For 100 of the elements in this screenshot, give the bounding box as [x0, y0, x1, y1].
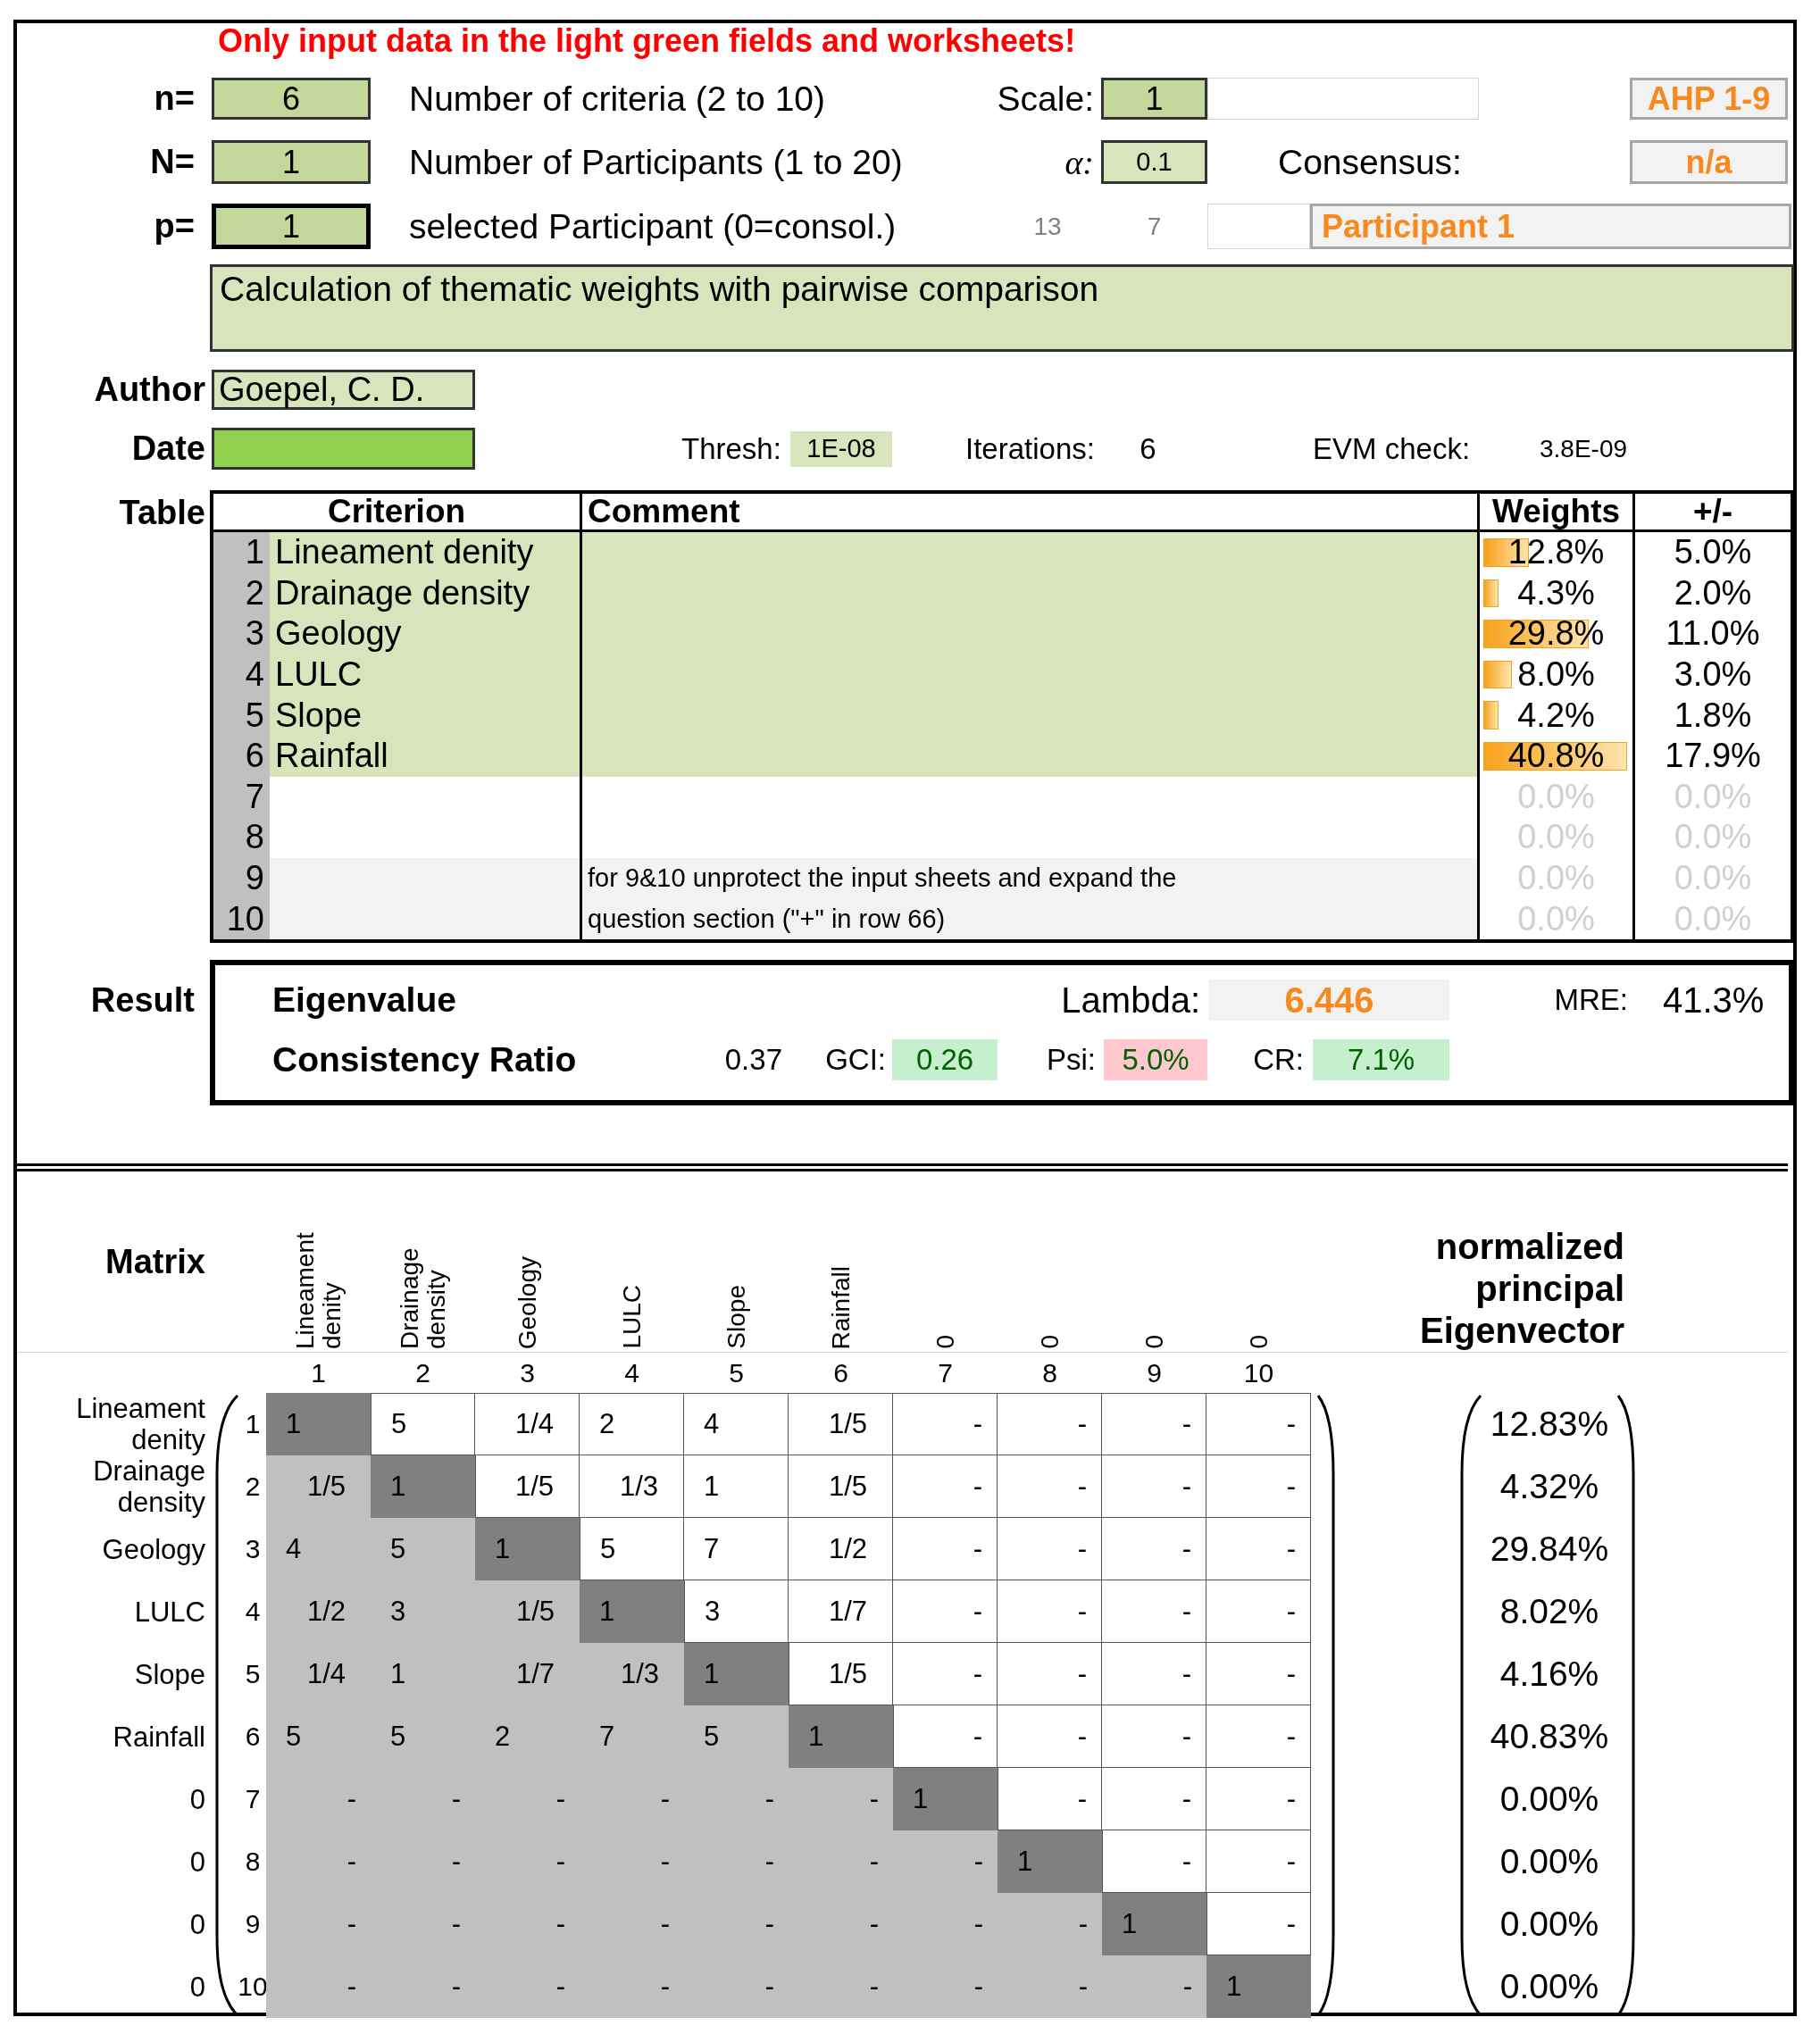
matrix-cell: - — [1206, 1393, 1311, 1455]
matrix-cell: - — [684, 1955, 789, 2018]
row-number: 10 — [213, 898, 270, 939]
row-label: Rainfall — [113, 1721, 205, 1753]
criterion-field[interactable]: Lineament denity — [270, 532, 582, 573]
matrix-cell: 5 — [371, 1518, 475, 1580]
column-header: Lineament denity — [291, 1231, 346, 1349]
row-label: Slope — [134, 1658, 205, 1690]
row-number: 7 — [245, 1784, 261, 1814]
matrix-cell: - — [684, 1768, 789, 1830]
matrix-cell: - — [1102, 1455, 1206, 1518]
column-header: 0 — [1036, 1335, 1064, 1349]
date-label: Date — [131, 429, 205, 468]
criterion-field[interactable]: Drainage density — [270, 572, 582, 614]
criteria-count-field[interactable]: 6 — [212, 78, 371, 120]
weight-value: 29.8% — [1507, 614, 1605, 654]
column-header: Weights — [1491, 493, 1621, 530]
matrix-cell: 1 — [1206, 1955, 1311, 2018]
iterations-value: 6 — [1140, 431, 1156, 466]
matrix-cell: - — [893, 1830, 998, 1893]
matrix-cell: 1/5 — [475, 1580, 580, 1643]
matrix-cell: - — [1206, 1643, 1311, 1705]
matrix-cell: 5 — [266, 1705, 371, 1768]
error-value: 5.0% — [1674, 533, 1752, 572]
matrix-cell: - — [266, 1768, 371, 1830]
criterion-field[interactable]: Rainfall — [270, 736, 582, 777]
participants-count-field[interactable]: 1 — [212, 140, 371, 184]
matrix-cell: - — [684, 1893, 789, 1955]
criterion-field[interactable]: Slope — [270, 695, 582, 736]
comment-note: for 9&10 unprotect the input sheets and expand the — [582, 857, 1480, 899]
matrix-cell: - — [1102, 1830, 1206, 1893]
column-number: 10 — [1243, 1357, 1274, 1388]
row-number: 3 — [213, 613, 270, 654]
column-number: 7 — [938, 1357, 953, 1388]
comment-note: question section ("+" in row 66) — [582, 898, 1480, 939]
comment-field[interactable] — [582, 532, 1480, 573]
matrix-cell: - — [893, 1955, 998, 2018]
eigenvector-value: 4.16% — [1499, 1655, 1599, 1694]
matrix-cell: 1 — [266, 1393, 371, 1455]
matrix-cell: 1 — [1102, 1893, 1206, 1955]
weight-value: 4.2% — [1517, 696, 1595, 735]
matrix-cell: 5 — [684, 1705, 789, 1768]
matrix-cell: - — [1206, 1518, 1311, 1580]
matrix-cell: 3 — [371, 1580, 475, 1643]
alpha-field[interactable]: 0.1 — [1101, 140, 1207, 184]
column-number: 6 — [833, 1357, 848, 1388]
eigenvector-value: 40.83% — [1490, 1717, 1609, 1756]
threshold-field[interactable]: 1E-08 — [790, 430, 892, 467]
matrix-cell: - — [371, 1955, 475, 2018]
eigenvector-value: 0.00% — [1499, 1905, 1599, 1944]
matrix-cell: - — [893, 1455, 998, 1518]
weight-value: 40.8% — [1507, 737, 1605, 776]
participant-field[interactable]: 1 — [212, 204, 371, 249]
matrix-cell: - — [580, 1830, 684, 1893]
error-value: 11.0% — [1666, 614, 1760, 654]
consistency-ratio-label: Consistency Ratio — [272, 1040, 577, 1079]
matrix-cell: - — [893, 1643, 998, 1705]
matrix-cell: 1/3 — [580, 1643, 684, 1705]
eigenvector-value: 0.00% — [1499, 1842, 1599, 1881]
matrix-cell: 1/5 — [789, 1643, 893, 1705]
result-label: Result — [90, 980, 195, 1020]
iterations-label: Iterations: — [965, 431, 1095, 465]
criterion-field[interactable]: LULC — [270, 654, 582, 696]
row-number: 2 — [213, 572, 270, 614]
criterion-field[interactable]: Geology — [270, 613, 582, 654]
date-field[interactable] — [212, 428, 475, 470]
row-label: 0 — [189, 1908, 205, 1940]
matrix-cell: 1 — [580, 1580, 684, 1643]
matrix-cell: 4 — [684, 1393, 789, 1455]
matrix-cell: 1/2 — [266, 1580, 371, 1643]
consensus-label: Consensus: — [1278, 142, 1462, 181]
comment-field[interactable] — [582, 736, 1480, 777]
matrix-cell: - — [1102, 1393, 1206, 1455]
author-field[interactable]: Goepel, C. D. — [212, 370, 475, 410]
matrix-cell: - — [998, 1580, 1102, 1643]
row-number: 3 — [245, 1534, 261, 1564]
threshold-label: Thresh: — [681, 431, 781, 465]
matrix-cell: 1 — [789, 1705, 893, 1768]
matrix-cell: - — [998, 1643, 1102, 1705]
row-number: 2 — [245, 1471, 261, 1502]
consensus-value: n/a — [1630, 140, 1788, 184]
matrix-cell: 1/4 — [475, 1393, 580, 1455]
matrix-cell: - — [1206, 1455, 1311, 1518]
matrix-cell: - — [998, 1955, 1102, 2018]
matrix-cell: - — [1102, 1643, 1206, 1705]
matrix-cell: 7 — [580, 1705, 684, 1768]
matrix-cell: 1/7 — [475, 1643, 580, 1705]
matrix-cell: - — [371, 1768, 475, 1830]
participants-count-label: N= — [150, 143, 195, 181]
matrix-cell: 1 — [998, 1830, 1102, 1893]
scale-field[interactable]: 1 — [1101, 78, 1207, 120]
eigenvalue-label: Eigenvalue — [272, 980, 456, 1019]
matrix-cell: - — [371, 1893, 475, 1955]
matrix-cell: - — [684, 1830, 789, 1893]
matrix-cell: - — [893, 1393, 998, 1455]
row-label: Lineament denity — [76, 1393, 205, 1455]
project-title-field[interactable]: Calculation of thematic weights with pairwise comparison — [210, 264, 1794, 352]
matrix-cell: - — [1206, 1830, 1311, 1893]
matrix-cell: 2 — [580, 1393, 684, 1455]
column-header: +/- — [1692, 493, 1733, 530]
